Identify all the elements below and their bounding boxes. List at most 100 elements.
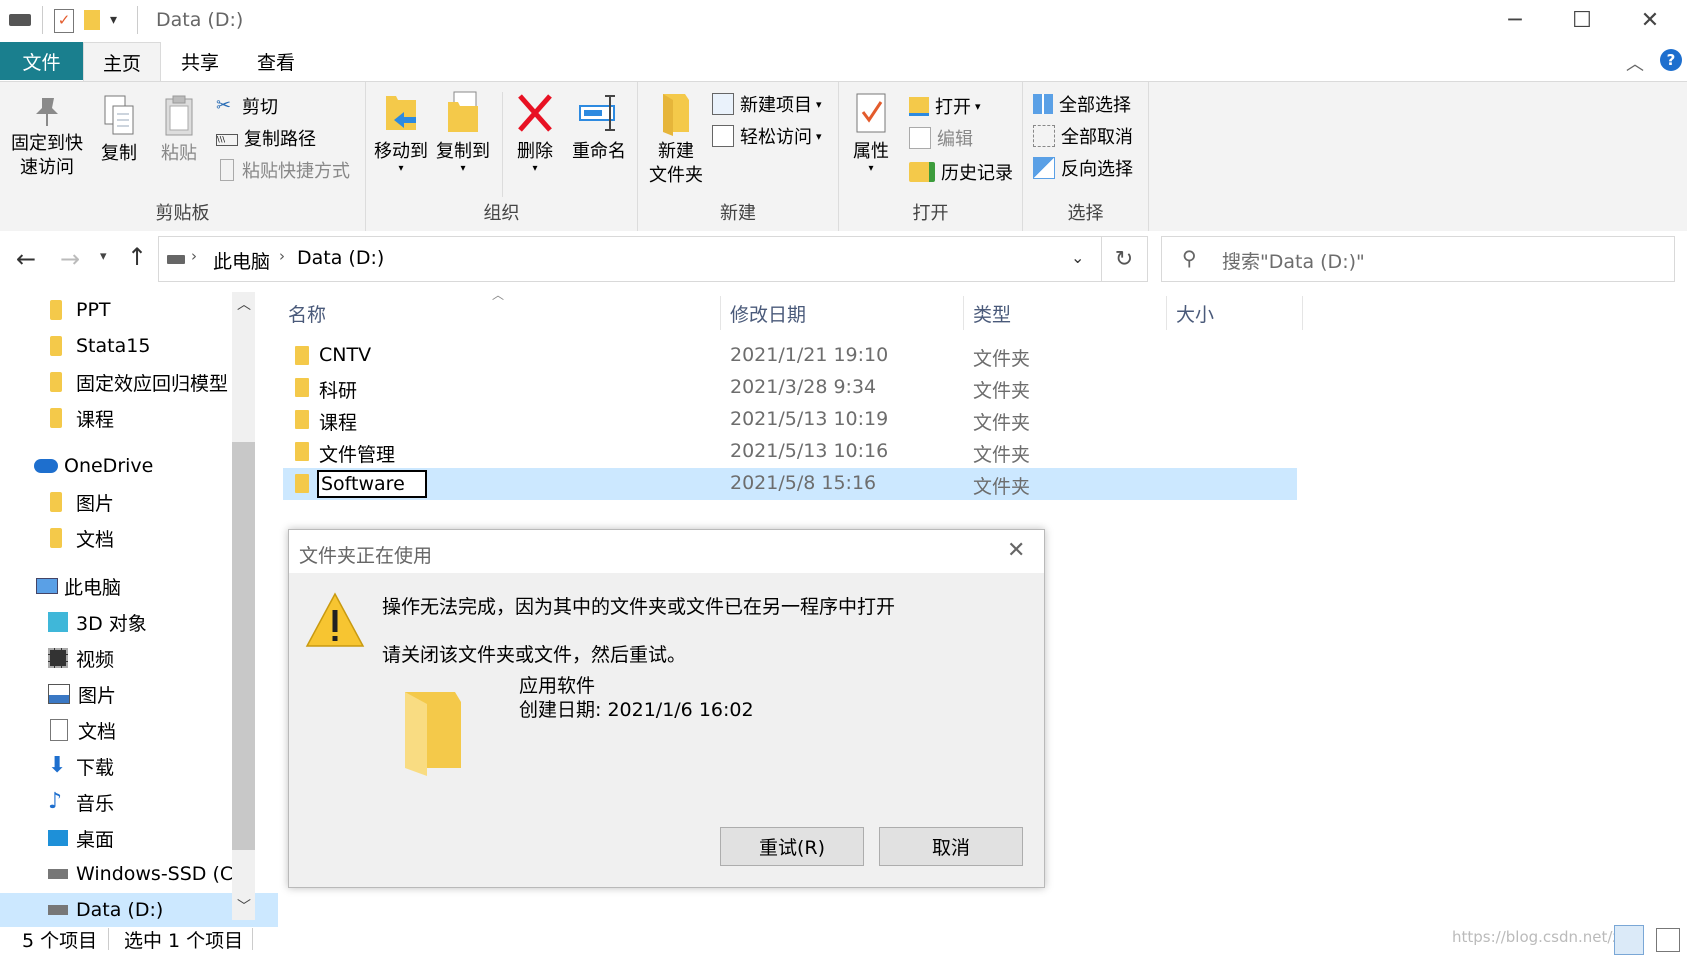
copy-button[interactable]: 复制 xyxy=(94,94,144,166)
search-box[interactable]: ⚲ 搜索"Data (D:)" xyxy=(1161,236,1675,282)
paste-button[interactable]: 粘贴 xyxy=(154,94,204,166)
edit-icon xyxy=(909,127,931,149)
pin-label-1: 固定到快 xyxy=(11,133,83,154)
cancel-button[interactable]: 取消 xyxy=(879,827,1023,866)
help-icon[interactable]: ? xyxy=(1660,49,1682,71)
select-all-icon xyxy=(1033,94,1053,114)
copy-path-icon: \\\ xyxy=(216,134,238,146)
select-none-label: 全部取消 xyxy=(1061,127,1133,148)
history-label: 历史记录 xyxy=(941,163,1013,184)
breadcrumb-this-pc[interactable]: 此电脑 xyxy=(213,247,270,274)
tab-home[interactable]: 主页 xyxy=(83,42,161,82)
dialog-close-button[interactable]: ✕ xyxy=(1007,538,1025,563)
recent-locations-chevron-icon[interactable]: ▾ xyxy=(100,249,107,264)
clipboard-group: 固定到快 速访问 复制 粘贴 ✂ 剪切 \\\ 复制路径 粘贴快捷方式 剪贴板 xyxy=(0,82,366,231)
computer-icon xyxy=(36,578,58,594)
cut-button[interactable]: ✂ 剪切 xyxy=(216,92,278,120)
column-header-date[interactable]: 修改日期 xyxy=(730,300,806,327)
copy-path-button[interactable]: \\\ 复制路径 xyxy=(216,124,316,152)
nav-item-this-pc[interactable]: 此电脑 xyxy=(0,569,266,603)
nav-item-label: Stata15 xyxy=(76,335,151,357)
new-item-button[interactable]: 新建项目 ▾ xyxy=(712,90,822,118)
nav-item-label: 文档 xyxy=(78,720,117,743)
pin-quick-access-button[interactable]: 固定到快 速访问 xyxy=(6,94,88,180)
nav-scrollbar-thumb[interactable] xyxy=(232,442,255,850)
breadcrumb-separator-icon: › xyxy=(191,247,197,265)
address-dropdown-icon[interactable]: ⌄ xyxy=(1071,248,1084,267)
desktop-icon xyxy=(48,830,68,846)
history-button[interactable]: 历史记录 xyxy=(909,158,1013,186)
folder-icon xyxy=(295,378,309,397)
open-button[interactable]: 打开 ▾ xyxy=(909,92,981,120)
up-arrow-icon[interactable]: ↑ xyxy=(127,243,147,271)
column-header-name[interactable]: 名称 xyxy=(288,300,326,327)
retry-button[interactable]: 重试(R) xyxy=(720,827,864,866)
folder-large-icon xyxy=(401,690,467,776)
select-all-label: 全部选择 xyxy=(1059,95,1131,116)
customize-quick-access-icon[interactable]: ▾ xyxy=(110,12,117,36)
collapse-ribbon-icon[interactable]: ︿ xyxy=(1626,50,1644,76)
divider xyxy=(252,928,253,950)
breadcrumb-data-drive[interactable]: Data (D:) xyxy=(297,247,384,269)
properties-label: 属性 xyxy=(853,141,889,162)
search-input[interactable]: 搜索"Data (D:)" xyxy=(1222,247,1365,274)
nav-item-label: 下载 xyxy=(76,756,115,779)
paste-shortcut-button[interactable]: 粘贴快捷方式 xyxy=(216,156,350,184)
tab-view[interactable]: 查看 xyxy=(241,42,311,80)
file-date: 2021/5/8 15:16 xyxy=(730,472,877,494)
move-to-dropdown-icon: ▾ xyxy=(398,163,404,174)
drive-icon xyxy=(167,255,185,264)
file-row[interactable]: 科研 2021/3/28 9:34 文件夹 xyxy=(283,372,1297,404)
ribbon: 固定到快 速访问 复制 粘贴 ✂ 剪切 \\\ 复制路径 粘贴快捷方式 剪贴板 xyxy=(0,81,1687,232)
rename-input[interactable]: Software xyxy=(317,470,427,498)
properties-button[interactable]: 属性 ▾ xyxy=(845,90,897,174)
select-all-button[interactable]: 全部选择 xyxy=(1033,90,1131,118)
dialog-message: 操作无法完成，因为其中的文件夹或文件已在另一程序中打开 xyxy=(382,596,896,618)
properties-quick-icon[interactable]: ✓ xyxy=(54,9,74,33)
file-row[interactable]: 文件管理 2021/5/13 10:16 文件夹 xyxy=(283,436,1297,468)
new-folder-label-1: 新建 xyxy=(658,141,694,162)
copy-to-button[interactable]: 复制到 ▾ xyxy=(434,90,492,174)
file-row[interactable]: 课程 2021/5/13 10:19 文件夹 xyxy=(283,404,1297,436)
maximize-button[interactable]: ☐ xyxy=(1546,0,1618,41)
scroll-up-icon[interactable]: ︿ xyxy=(237,294,251,314)
watermark: https://blog.csdn.net/zi xyxy=(1452,928,1625,946)
file-date: 2021/1/21 19:10 xyxy=(730,344,889,366)
open-folder-icon xyxy=(909,96,929,116)
new-item-dropdown-icon: ▾ xyxy=(816,97,822,111)
refresh-icon[interactable]: ↻ xyxy=(1101,236,1148,282)
column-header-size[interactable]: 大小 xyxy=(1176,300,1214,327)
details-view-icon[interactable] xyxy=(1614,925,1644,955)
new-folder-button[interactable]: 新建 文件夹 xyxy=(646,90,706,188)
document-icon xyxy=(50,719,68,741)
address-bar[interactable]: › 此电脑 › Data (D:) ⌄ xyxy=(158,236,1102,282)
tab-file[interactable]: 文件 xyxy=(0,42,83,80)
forward-arrow-icon[interactable]: → xyxy=(60,245,80,273)
sort-ascending-icon: ︿ xyxy=(492,288,505,302)
delete-label: 删除 xyxy=(517,141,553,162)
file-row[interactable]: CNTV 2021/1/21 19:10 文件夹 xyxy=(283,340,1297,372)
invert-selection-button[interactable]: 反向选择 xyxy=(1033,154,1133,182)
new-folder-quick-icon[interactable] xyxy=(84,10,100,30)
divider xyxy=(42,6,43,34)
file-row-selected[interactable]: Software 2021/5/8 15:16 文件夹 xyxy=(283,468,1297,500)
back-arrow-icon[interactable]: ← xyxy=(16,245,36,273)
edit-button[interactable]: 编辑 xyxy=(909,124,973,152)
large-icons-view-icon[interactable] xyxy=(1656,928,1680,952)
close-button[interactable]: ✕ xyxy=(1614,0,1686,41)
delete-button[interactable]: 删除 ▾ xyxy=(510,90,560,174)
column-header-type[interactable]: 类型 xyxy=(973,300,1011,327)
cube-icon xyxy=(48,612,68,632)
nav-item-onedrive[interactable]: OneDrive xyxy=(0,449,264,483)
minimize-button[interactable]: ─ xyxy=(1479,0,1551,41)
easy-access-button[interactable]: 轻松访问 ▾ xyxy=(712,122,822,150)
rename-button[interactable]: 重命名 xyxy=(566,90,632,164)
select-none-button[interactable]: 全部取消 xyxy=(1033,122,1133,150)
tab-share[interactable]: 共享 xyxy=(165,42,235,80)
scroll-down-icon[interactable]: ﹀ xyxy=(237,896,251,916)
move-to-label: 移动到 xyxy=(374,141,428,162)
copy-to-icon xyxy=(444,90,482,136)
rename-icon xyxy=(578,90,620,136)
move-to-button[interactable]: 移动到 ▾ xyxy=(372,90,430,174)
new-group: 新建 文件夹 新建项目 ▾ 轻松访问 ▾ 新建 xyxy=(638,82,839,231)
